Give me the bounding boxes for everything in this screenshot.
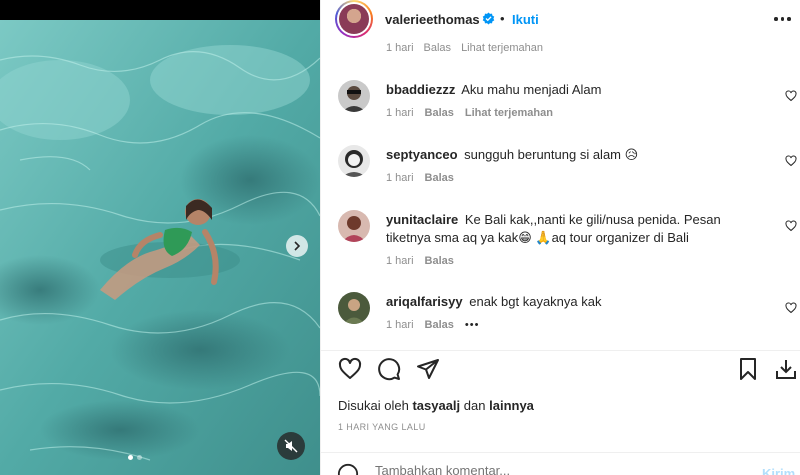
comment-time: 1 hari: [386, 319, 414, 331]
comment-time: 1 hari: [386, 42, 414, 54]
comment-text: bbaddiezzz Aku mahu menjadi Alam: [386, 81, 736, 99]
author-avatar[interactable]: [335, 0, 373, 38]
comment-icon[interactable]: [377, 357, 401, 381]
avatar-border: [337, 2, 371, 36]
emoji-icon[interactable]: [337, 463, 359, 475]
more-icon[interactable]: [774, 17, 791, 21]
post-header: valerieethomas • Ikuti: [321, 0, 800, 40]
comment-body: Aku mahu menjadi Alam: [461, 82, 602, 97]
download-icon[interactable]: [774, 357, 798, 381]
commenter-username[interactable]: yunitaclaire: [386, 212, 458, 227]
author-username[interactable]: valerieethomas: [385, 12, 480, 27]
comment-meta: 1 hari Balas Lihat terjemahan: [386, 107, 553, 119]
avatar-image: [338, 210, 370, 242]
partial-comment-meta: 1 hari Balas Lihat terjemahan: [386, 42, 543, 54]
post-details-panel: valerieethomas • Ikuti 1 hari Balas Liha…: [320, 0, 800, 475]
likes-joiner: dan: [463, 398, 486, 413]
comment-body: sungguh beruntung si alam 😥: [464, 147, 639, 162]
commenter-avatar[interactable]: [338, 292, 370, 324]
likes-prefix: Disukai oleh: [338, 398, 409, 413]
comment-meta: 1 hari Balas •••: [386, 319, 479, 331]
bookmark-icon[interactable]: [736, 357, 760, 381]
avatar-image: [338, 292, 370, 324]
post-comment-button[interactable]: Kirim: [762, 466, 795, 475]
commenter-avatar[interactable]: [338, 210, 370, 242]
comment-text: yunitaclaire Ke Bali kak,,nanti ke gili/…: [386, 211, 736, 247]
liked-by-user[interactable]: tasyaalj: [412, 398, 460, 413]
verified-icon: [482, 12, 495, 25]
header-separator: •: [500, 11, 505, 26]
heart-icon[interactable]: [785, 90, 797, 102]
comment-options-button[interactable]: •••: [465, 319, 480, 331]
mute-button[interactable]: [277, 432, 305, 460]
likes-summary: Disukai oleh tasyaalj dan lainnya: [338, 398, 534, 413]
avatar-image: [338, 145, 370, 177]
reply-button[interactable]: Balas: [425, 319, 454, 331]
share-icon[interactable]: [416, 357, 440, 381]
carousel-dot: [137, 455, 142, 460]
next-media-button[interactable]: [286, 235, 308, 257]
post-media[interactable]: [0, 0, 320, 475]
reply-button[interactable]: Balas: [425, 172, 454, 184]
heart-icon[interactable]: [785, 220, 797, 232]
likes-others-link[interactable]: lainnya: [489, 398, 534, 413]
reply-button[interactable]: Balas: [424, 42, 452, 54]
follow-button[interactable]: Ikuti: [512, 12, 539, 27]
mute-icon: [284, 439, 298, 453]
reply-button[interactable]: Balas: [425, 255, 454, 267]
avatar-image: [338, 80, 370, 112]
comment-meta: 1 hari Balas: [386, 255, 454, 267]
comment-time: 1 hari: [386, 255, 414, 267]
translate-link[interactable]: Lihat terjemahan: [461, 42, 543, 54]
comment-text: septyanceo sungguh beruntung si alam 😥: [386, 146, 736, 164]
comment-meta: 1 hari Balas: [386, 172, 454, 184]
commenter-username[interactable]: bbaddiezzz: [386, 82, 455, 97]
comment-body: enak bgt kayaknya kak: [469, 294, 602, 309]
heart-icon[interactable]: [785, 155, 797, 167]
chevron-right-icon: [294, 241, 301, 251]
comment-time: 1 hari: [386, 107, 414, 119]
carousel-dot: [128, 455, 133, 460]
comment-time: 1 hari: [386, 172, 414, 184]
post-date: 1 HARI YANG LALU: [338, 422, 426, 432]
heart-icon[interactable]: [338, 357, 362, 381]
comments-list[interactable]: 1 hari Balas Lihat terjemahan bbaddiezzz…: [321, 40, 800, 340]
carousel-dots: [128, 455, 142, 460]
comment-text: ariqalfarisyy enak bgt kayaknya kak: [386, 293, 736, 311]
translate-link[interactable]: Lihat terjemahan: [465, 107, 553, 119]
reply-button[interactable]: Balas: [425, 107, 454, 119]
comment-input[interactable]: [375, 463, 735, 475]
commenter-avatar[interactable]: [338, 80, 370, 112]
pool-photo: [0, 20, 320, 475]
commenter-username[interactable]: ariqalfarisyy: [386, 294, 463, 309]
media-top-bar: [0, 0, 320, 20]
heart-icon[interactable]: [785, 302, 797, 314]
add-comment-bar: Kirim: [321, 452, 800, 475]
avatar-image: [339, 4, 369, 34]
commenter-avatar[interactable]: [338, 145, 370, 177]
post-actions-bar: [321, 350, 800, 386]
commenter-username[interactable]: septyanceo: [386, 147, 458, 162]
